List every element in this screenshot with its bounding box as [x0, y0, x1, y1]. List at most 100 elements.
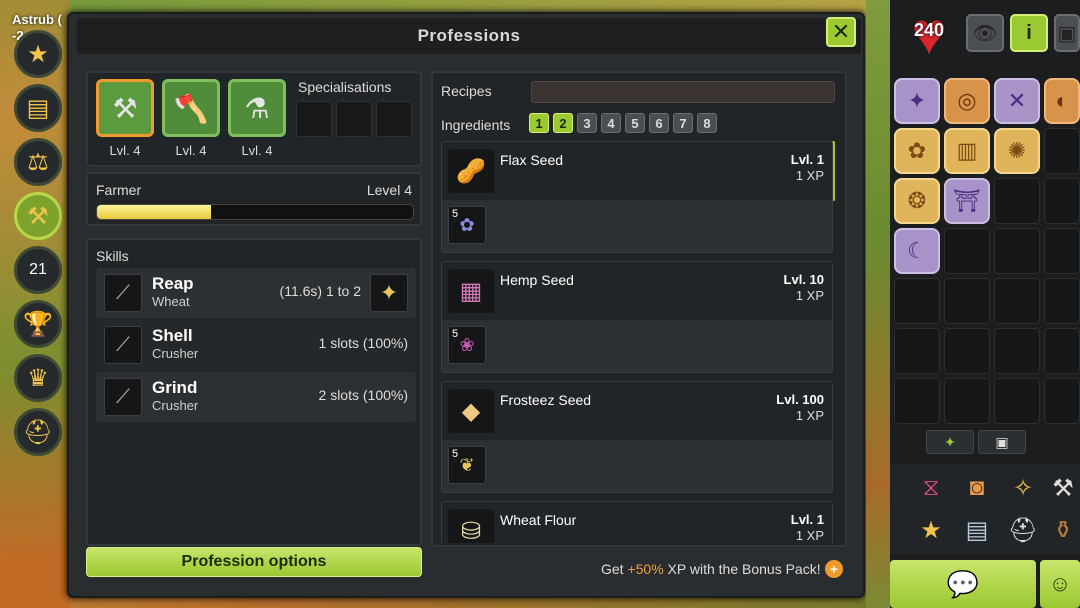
empty-slot[interactable]	[994, 278, 1040, 324]
ingredient-filter-7[interactable]: 7	[673, 113, 693, 133]
empty-slot[interactable]	[944, 228, 990, 274]
spell-icon[interactable]: ▥	[944, 128, 990, 174]
empty-slot[interactable]	[994, 178, 1040, 224]
profession-slot-lumberjack[interactable]: 🪓	[162, 79, 220, 137]
empty-slot[interactable]	[1044, 328, 1080, 374]
skill-name: Grind	[152, 378, 198, 397]
recipe-xp: 1 XP	[795, 288, 824, 303]
scythe-icon: ⚒	[112, 92, 138, 124]
hemp-plant-icon[interactable]: 5 ❀	[448, 326, 486, 364]
plus-icon[interactable]: +	[825, 560, 843, 578]
ingredient-filter-5[interactable]: 5	[625, 113, 645, 133]
recipe-xp: 1 XP	[795, 408, 824, 423]
empty-slot[interactable]	[1044, 278, 1080, 324]
bonus-pack-banner[interactable]: Get +50% XP with the Bonus Pack!	[601, 561, 821, 577]
skill-row[interactable]: ⟋ Grind Crusher 2 slots (100%)	[96, 372, 416, 422]
compass-icon[interactable]: ✧	[1002, 468, 1044, 508]
eye-icon[interactable]: 👁	[966, 14, 1004, 52]
recipes-search-input[interactable]	[531, 81, 835, 103]
trophy-icon[interactable]: 🏆	[14, 300, 62, 348]
empty-slot[interactable]	[1044, 378, 1080, 424]
flax-flower-icon[interactable]: 5 ✿	[448, 206, 486, 244]
chat-icon[interactable]: 💬	[890, 560, 1036, 608]
skill-target: Wheat	[152, 294, 190, 309]
helmet-icon[interactable]: ⛑	[14, 408, 62, 456]
frosteez-icon[interactable]: 5 ❦	[448, 446, 486, 484]
right-sidebar: ♥ 240 👁 i ▣ ✦ ◎ ✕ ◐ ✿ ▥ ✺ ❂ ⛩ ☾ ✦ ▣ ⧖ ◙ …	[890, 0, 1080, 608]
empty-slot[interactable]	[894, 378, 940, 424]
spells-tab-icon[interactable]: ✦	[926, 430, 974, 454]
ingredient-filter-4[interactable]: 4	[601, 113, 621, 133]
empty-slot[interactable]	[1044, 178, 1080, 224]
empty-slot[interactable]	[894, 278, 940, 324]
profession-slot-farmer[interactable]: ⚒	[96, 79, 154, 137]
spell-icon[interactable]: ✦	[894, 78, 940, 124]
recipe-list[interactable]: 🥜 Flax Seed Lvl. 1 1 XP 5 ✿ ▦ Hemp Seed …	[441, 141, 835, 543]
ingredient-filter-6[interactable]: 6	[649, 113, 669, 133]
recipe-item[interactable]: 🥜 Flax Seed Lvl. 1 1 XP 5 ✿	[441, 141, 833, 253]
empty-slot[interactable]	[944, 328, 990, 374]
axe-icon[interactable]: ⚒	[1046, 468, 1080, 508]
recipe-xp: 1 XP	[795, 528, 824, 543]
dna-icon[interactable]: ⧖	[910, 468, 952, 508]
flax-seed-icon: 🥜	[448, 149, 494, 193]
xp-progress-fill	[97, 205, 211, 219]
info-icon[interactable]: i	[1010, 14, 1048, 52]
recipe-xp: 1 XP	[795, 168, 824, 183]
empty-slot[interactable]	[994, 328, 1040, 374]
empty-slot[interactable]	[1044, 128, 1080, 174]
recipe-ingredients: 5 ✿	[442, 200, 832, 252]
backpack-icon[interactable]: ◙	[956, 468, 998, 508]
emote-icon[interactable]: ☺	[1040, 560, 1080, 608]
wand-icon[interactable]: ★	[910, 510, 952, 550]
item-icon[interactable]: ⚱	[1046, 510, 1080, 550]
spell-icon[interactable]: ◎	[944, 78, 990, 124]
recipe-name: Flax Seed	[500, 152, 564, 168]
specialisation-slot[interactable]	[336, 101, 372, 137]
helmet-icon[interactable]: ⛑	[1002, 510, 1044, 550]
calendar-icon[interactable]: 21	[14, 246, 62, 294]
spells-icon[interactable]: ★	[14, 30, 62, 78]
empty-slot[interactable]	[894, 328, 940, 374]
spell-icon[interactable]: ◐	[1044, 78, 1080, 124]
recipe-level: Lvl. 10	[783, 272, 824, 287]
ingredient-filter-1[interactable]: 1	[529, 113, 549, 133]
ingredient-filter-8[interactable]: 8	[697, 113, 717, 133]
camera-icon[interactable]: ▣	[1054, 14, 1080, 52]
recipe-ingredients: 5 ❦	[442, 440, 832, 492]
recipe-item[interactable]: ◆ Frosteez Seed Lvl. 100 1 XP 5 ❦	[441, 381, 833, 493]
spell-icon[interactable]: ✿	[894, 128, 940, 174]
scroll-icon[interactable]: ▤	[956, 510, 998, 550]
ingredient-filter-2[interactable]: 2	[553, 113, 573, 133]
wheat-icon[interactable]: ✦	[370, 274, 408, 312]
bonus-suffix: XP with the Bonus Pack!	[663, 561, 821, 577]
specialisation-slot[interactable]	[376, 101, 412, 137]
bag-tab-icon[interactable]: ▣	[978, 430, 1026, 454]
scales-icon[interactable]: ⚖	[14, 138, 62, 186]
inventory-icon[interactable]: ▤	[14, 84, 62, 132]
empty-slot[interactable]	[994, 378, 1040, 424]
ingredient-filter-3[interactable]: 3	[577, 113, 597, 133]
spell-icon[interactable]: ✺	[994, 128, 1040, 174]
ingredient-glyph: ❀	[459, 334, 475, 355]
close-button[interactable]: ✕	[826, 17, 856, 47]
skills-panel: Skills ⟋ Reap Wheat (11.6s) 1 to 2 ✦ ⟋ S…	[86, 238, 422, 546]
empty-slot[interactable]	[944, 378, 990, 424]
crown-icon[interactable]: ♛	[14, 354, 62, 402]
recipe-item[interactable]: ▦ Hemp Seed Lvl. 10 1 XP 5 ❀	[441, 261, 833, 373]
spell-icon[interactable]: ❂	[894, 178, 940, 224]
empty-slot[interactable]	[1044, 228, 1080, 274]
spell-icon[interactable]: ✕	[994, 78, 1040, 124]
spell-icon[interactable]: ⛩	[944, 178, 990, 224]
empty-slot[interactable]	[944, 278, 990, 324]
spell-icon[interactable]: ☾	[894, 228, 940, 274]
professions-icon[interactable]: ⚒	[14, 192, 62, 240]
profession-slot-alchemist[interactable]: ⚗	[228, 79, 286, 137]
profession-options-button[interactable]: Profession options	[86, 547, 422, 577]
scythe-icon: ⟋	[104, 326, 142, 364]
skill-row[interactable]: ⟋ Reap Wheat (11.6s) 1 to 2 ✦	[96, 268, 416, 318]
skill-row[interactable]: ⟋ Shell Crusher 1 slots (100%)	[96, 320, 416, 370]
empty-slot[interactable]	[994, 228, 1040, 274]
specialisation-slot[interactable]	[296, 101, 332, 137]
recipe-item[interactable]: ⛁ Wheat Flour Lvl. 1 1 XP	[441, 501, 833, 543]
